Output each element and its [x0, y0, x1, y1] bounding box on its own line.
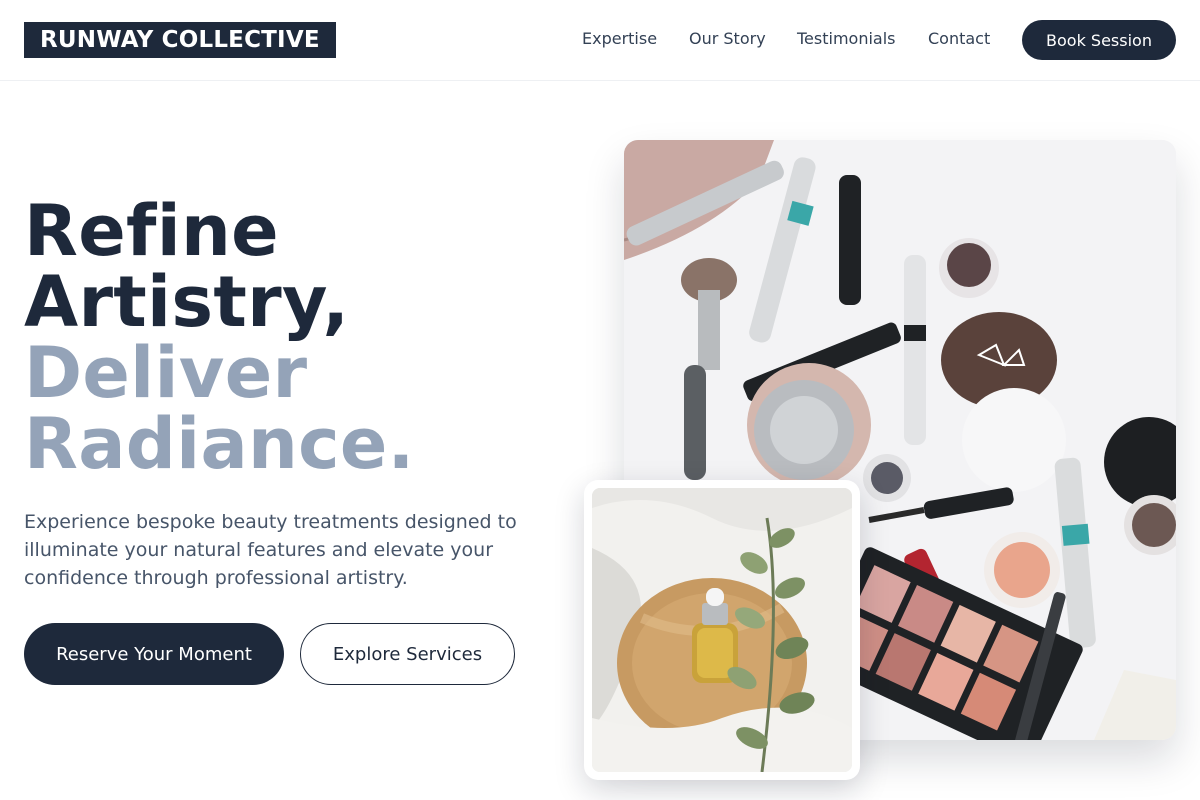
headline-line-artistry: Artistry,: [24, 261, 350, 343]
reserve-moment-button[interactable]: Reserve Your Moment: [24, 623, 284, 685]
nav-link-our-story[interactable]: Our Story: [689, 29, 766, 49]
hero-description: Experience bespoke beauty treatments des…: [24, 511, 517, 589]
brand-logo[interactable]: RUNWAY COLLECTIVE: [24, 22, 336, 58]
nav-link-expertise[interactable]: Expertise: [582, 29, 657, 49]
nav-link-testimonials[interactable]: Testimonials: [797, 29, 896, 49]
headline-line-deliver: Deliver: [24, 332, 308, 414]
hero-headline: Refine Artistry, Deliver Radiance.: [24, 196, 584, 480]
site-header: RUNWAY COLLECTIVE Expertise Our Story Te…: [0, 0, 1200, 81]
explore-services-button[interactable]: Explore Services: [300, 623, 515, 685]
headline-line-refine: Refine: [24, 190, 279, 272]
headline-line-radiance: Radiance.: [24, 403, 415, 485]
book-session-button[interactable]: Book Session: [1022, 20, 1176, 60]
nav-link-contact[interactable]: Contact: [928, 29, 990, 49]
serum-image-card: [584, 480, 860, 780]
serum-bottle-image: [592, 488, 852, 772]
